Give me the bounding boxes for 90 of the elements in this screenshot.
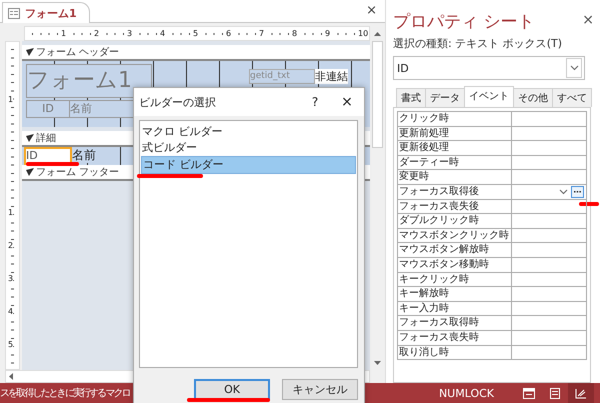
text-box[interactable]: 非連結	[315, 69, 348, 84]
section-label: 詳細	[36, 132, 56, 145]
property-label: ダーティー時	[398, 156, 512, 170]
section-label: フォーム ヘッダー	[36, 46, 120, 59]
property-label: マウスボタン解放時	[398, 243, 512, 258]
underline-mark	[137, 174, 203, 178]
property-label: 取り消し時	[398, 346, 512, 360]
list-item[interactable]: コード ビルダー	[141, 156, 356, 174]
scroll-left-icon[interactable]	[9, 373, 13, 380]
build-button[interactable]	[571, 186, 584, 198]
panel-title: プロパティ シート	[393, 11, 534, 33]
property-value-field[interactable]	[512, 214, 587, 229]
property-label: 更新後処理	[398, 141, 512, 156]
property-label: フォーカス取得後	[398, 184, 512, 200]
property-value-field[interactable]	[512, 200, 587, 214]
ruler-number: 7	[258, 28, 266, 39]
ruler-number: 3	[126, 28, 134, 39]
ruler-number: 1	[60, 28, 68, 39]
ruler-number: 4	[159, 28, 166, 39]
document-tab[interactable]: フォーム1	[2, 2, 90, 23]
close-button[interactable]: ×	[582, 12, 594, 28]
ruler-number: 3	[8, 274, 14, 283]
tab[interactable]: その他	[513, 88, 553, 107]
chevron-down-icon	[559, 188, 568, 195]
property-label: ダブルクリック時	[398, 214, 512, 229]
ruler-number: 9	[324, 28, 332, 39]
scroll-up-icon[interactable]	[374, 32, 381, 36]
property-value-field[interactable]	[512, 228, 587, 244]
property-label: 変更時	[398, 170, 512, 185]
section-arrow-icon	[26, 48, 34, 56]
cancel-button[interactable]: キャンセル	[282, 379, 358, 400]
section-bar[interactable]: フォーム ヘッダー	[22, 45, 370, 61]
property-value-field[interactable]	[512, 126, 587, 142]
ruler-number: 1	[8, 208, 14, 217]
property-value-field[interactable]	[512, 156, 587, 170]
ruler-number: 1	[8, 95, 14, 104]
tab[interactable]: データ	[425, 88, 465, 107]
ok-button[interactable]: OK	[194, 379, 270, 400]
ruler-number: 6	[225, 28, 232, 39]
underline-mark	[26, 162, 79, 166]
ellipsis-icon	[574, 190, 581, 193]
property-label: マウスボタンクリック時	[398, 228, 512, 244]
property-label: マウスボタン移動時	[398, 258, 512, 273]
property-value-field[interactable]	[512, 258, 587, 273]
property-label: 更新前処理	[398, 126, 512, 142]
scroll-down-icon[interactable]	[374, 360, 381, 364]
list-item[interactable]: 式ビルダー	[141, 140, 356, 156]
scroll-thumb[interactable]	[372, 41, 383, 148]
section-arrow-icon	[26, 134, 34, 142]
property-value-field[interactable]	[512, 272, 587, 288]
section-label: フォーム フッター	[36, 166, 120, 179]
chevron-down-icon	[570, 65, 578, 71]
ruler-number: 8	[291, 28, 298, 39]
status-indicator: NUMLOCK	[438, 386, 494, 400]
tab[interactable]: すべて	[552, 88, 592, 107]
property-value-field[interactable]	[512, 316, 587, 331]
property-value-field[interactable]	[512, 330, 587, 346]
status-message: スを取得したときに実行するマクロ	[0, 386, 130, 400]
property-value-field[interactable]	[512, 346, 587, 360]
property-label: キー解放時	[398, 287, 512, 302]
underline-mark	[579, 202, 599, 206]
ruler-number: 10	[357, 28, 370, 39]
ruler-number: 4	[8, 307, 14, 316]
property-value-field[interactable]	[512, 287, 587, 302]
form-icon	[8, 8, 20, 18]
ruler-number: 2	[93, 28, 100, 39]
help-button[interactable]: ?	[300, 95, 330, 109]
ruler-number: 2	[8, 241, 14, 250]
property-label: キークリック時	[398, 272, 512, 288]
property-label: キー入力時	[398, 302, 512, 316]
property-label: フォーカス喪失時	[398, 330, 512, 346]
property-value-field[interactable]	[512, 141, 587, 156]
property-value-field[interactable]	[512, 112, 587, 127]
object-dropdown[interactable]: ID	[393, 56, 585, 80]
property-value-field[interactable]	[512, 243, 587, 258]
ruler-number: 5	[192, 28, 200, 39]
property-label: フォーカス喪失後	[398, 200, 512, 214]
tab[interactable]: 書式	[396, 88, 426, 107]
ruler-number: 5	[8, 340, 14, 349]
list-item[interactable]: マクロ ビルダー	[141, 124, 356, 140]
section-arrow-icon	[26, 168, 34, 176]
design-view-icon[interactable]	[568, 383, 594, 403]
property-value-field[interactable]	[512, 170, 587, 185]
close-button[interactable]: ×	[366, 3, 377, 18]
property-label: フォーカス取得時	[398, 316, 512, 331]
property-label: クリック時	[398, 112, 512, 127]
selection-type-label: 選択の種類: テキスト ボックス(T)	[393, 36, 564, 51]
property-value-field[interactable]	[512, 302, 587, 316]
field-label[interactable]: 名前	[72, 147, 98, 163]
close-button[interactable]: ×	[330, 94, 364, 110]
